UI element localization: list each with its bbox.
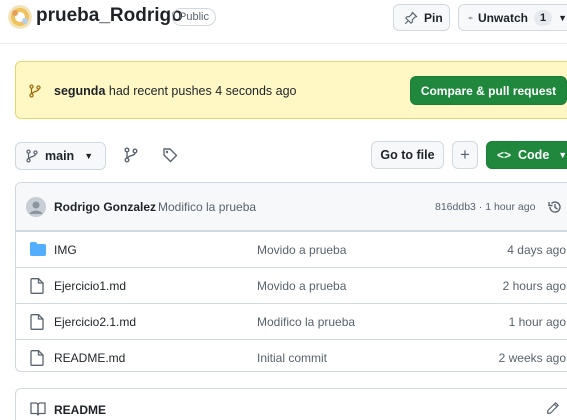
code-icon: <> — [497, 148, 512, 162]
readme-panel: README — [15, 388, 567, 420]
file-name[interactable]: Ejercicio1.md — [54, 279, 126, 293]
file-icon — [30, 278, 44, 294]
file-name[interactable]: IMG — [54, 243, 77, 257]
recent-push-banner: segunda had recent pushes 4 seconds ago … — [15, 61, 567, 119]
latest-commit-bar: Rodrigo Gonzalez Modifico la prueba 816d… — [16, 183, 567, 231]
visibility-badge: Public — [172, 8, 216, 26]
compare-pull-request-button[interactable]: Compare & pull request — [410, 76, 567, 105]
file-commit-message[interactable]: Modifico la prueba — [257, 315, 355, 329]
commit-author-avatar[interactable] — [26, 197, 46, 217]
push-message-text: had recent pushes 4 seconds ago — [105, 84, 297, 98]
history-icon[interactable] — [547, 199, 563, 215]
tag-icon[interactable] — [162, 147, 178, 163]
header-divider — [0, 43, 567, 44]
file-name[interactable]: Ejercicio2.1.md — [54, 315, 136, 329]
file-list: Rodrigo Gonzalez Modifico la prueba 816d… — [15, 182, 567, 372]
file-commit-message[interactable]: Movido a prueba — [257, 279, 346, 293]
file-date: 2 weeks ago — [498, 351, 566, 365]
add-file-button[interactable]: + — [452, 141, 478, 169]
chevron-down-icon: ▼ — [558, 150, 567, 160]
unwatch-button[interactable]: Unwatch 1 ▼ — [458, 4, 567, 31]
go-to-file-button[interactable]: Go to file — [371, 141, 444, 169]
file-date: 4 days ago — [507, 243, 566, 257]
book-icon — [30, 402, 46, 416]
watch-count: 1 — [533, 9, 553, 26]
code-button-label: Code — [518, 148, 550, 162]
commit-meta[interactable]: 816ddb3 · 1 hour ago — [435, 201, 535, 213]
eye-icon — [468, 16, 473, 19]
branches-icon[interactable] — [123, 147, 139, 163]
file-date: 2 hours ago — [502, 279, 566, 293]
readme-title[interactable]: README — [54, 403, 106, 417]
branch-icon — [29, 84, 41, 98]
unwatch-label: Unwatch — [477, 10, 528, 25]
repo-header: prueba_Rodrigo Public Pin Unwatch 1 ▼ — [0, 0, 567, 42]
pin-icon — [404, 11, 418, 24]
file-row[interactable]: IMG Movido a prueba 4 days ago — [16, 231, 567, 267]
file-icon — [30, 314, 44, 330]
commit-author[interactable]: Rodrigo Gonzalez — [54, 200, 156, 214]
branch-selector-label: main — [45, 149, 75, 163]
branch-icon — [26, 149, 38, 163]
file-row[interactable]: Ejercicio2.1.md Modifico la prueba 1 hou… — [16, 303, 567, 339]
file-row[interactable]: Ejercicio1.md Movido a prueba 2 hours ag… — [16, 267, 567, 303]
pencil-icon[interactable] — [546, 401, 560, 415]
folder-icon — [30, 242, 46, 256]
repo-name[interactable]: prueba_Rodrigo — [36, 5, 183, 27]
file-commit-message[interactable]: Movido a prueba — [257, 243, 346, 257]
chevron-down-icon: ▼ — [558, 12, 567, 23]
chevron-down-icon: ▼ — [84, 151, 94, 161]
code-button[interactable]: <> Code ▼ — [486, 141, 567, 169]
file-name[interactable]: README.md — [54, 351, 125, 365]
commit-message[interactable]: Modifico la prueba — [158, 200, 256, 214]
branch-selector[interactable]: main ▼ — [15, 142, 106, 170]
file-row[interactable]: README.md Initial commit 2 weeks ago — [16, 339, 567, 371]
push-message: segunda had recent pushes 4 seconds ago — [54, 84, 297, 98]
file-icon — [30, 350, 44, 366]
pin-button[interactable]: Pin — [393, 4, 450, 31]
pushed-branch-link[interactable]: segunda — [54, 84, 105, 98]
repo-owner-avatar[interactable] — [8, 5, 32, 29]
file-date: 1 hour ago — [508, 315, 566, 329]
pin-label: Pin — [424, 10, 443, 25]
file-commit-message[interactable]: Initial commit — [257, 351, 327, 365]
